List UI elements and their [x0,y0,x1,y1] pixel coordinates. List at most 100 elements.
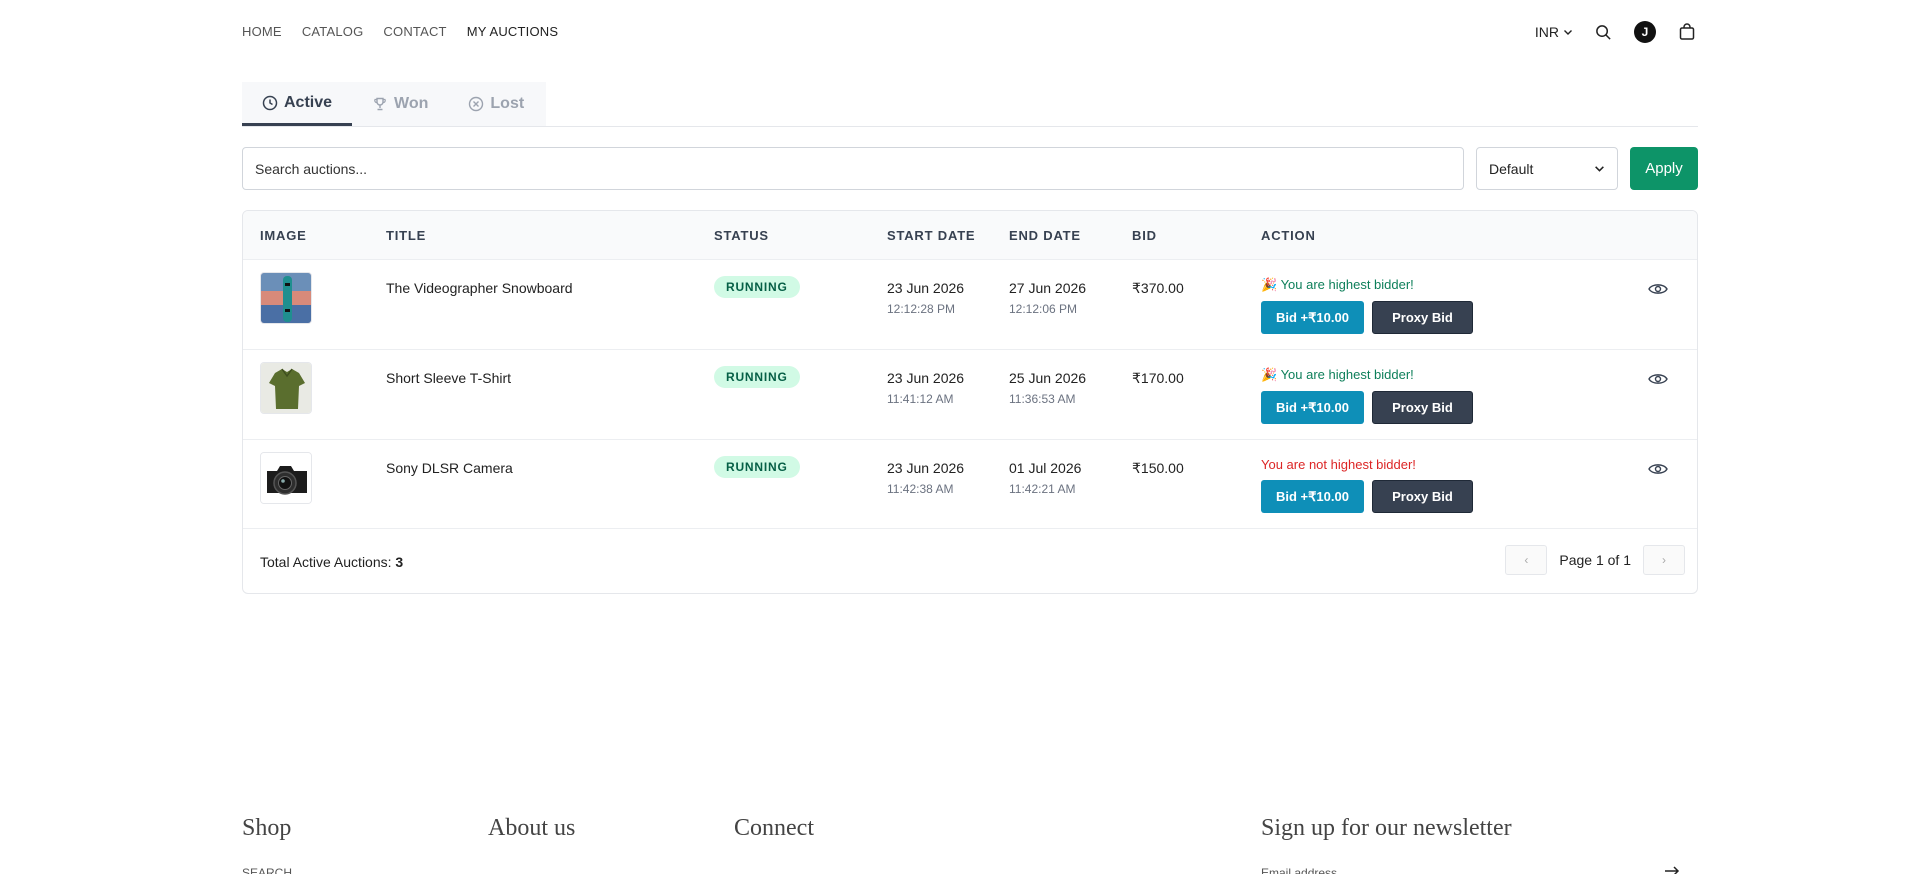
eye-icon[interactable] [1648,282,1668,296]
main-nav: HOME CATALOG CONTACT MY AUCTIONS [242,24,558,39]
end-time: 11:36:53 AM [1009,392,1076,406]
auctions-table: IMAGE TITLE STATUS START DATE END DATE B… [242,210,1698,594]
table-footer: Total Active Auctions: 3 ‹ Page 1 of 1 › [243,528,1697,593]
end-date-cell: 25 Jun 2026 11:36:53 AM [1009,370,1086,406]
end-time: 12:12:06 PM [1009,302,1078,316]
start-date: 23 Jun 2026 [887,460,965,476]
end-date: 25 Jun 2026 [1009,370,1087,386]
sort-value: Default [1489,160,1534,177]
newsletter-heading: Sign up for our newsletter [1261,815,1512,841]
header-start-date: START DATE [887,228,976,243]
pagination: ‹ Page 1 of 1 › [1505,545,1685,575]
nav-catalog[interactable]: CATALOG [302,24,364,39]
action-cell: You are not highest bidder! Bid +₹10.00 … [1261,457,1473,513]
table-row: The Videographer Snowboard RUNNING 23 Ju… [243,259,1697,349]
current-bid: ₹370.00 [1132,280,1184,296]
bid-increment-button[interactable]: Bid +₹10.00 [1261,480,1364,513]
x-circle-icon [468,96,484,112]
footer-heading-connect: Connect [734,815,814,841]
page-indicator: Page 1 of 1 [1559,552,1631,568]
nav-my-auctions[interactable]: MY AUCTIONS [467,24,559,39]
bag-icon[interactable] [1678,23,1696,41]
tab-won[interactable]: Won [352,82,448,126]
tab-lost[interactable]: Lost [448,82,544,126]
auction-tabs: Active Won Lost [242,82,1698,127]
start-date-cell: 23 Jun 2026 12:12:28 PM [887,280,964,316]
search-bar: Default Apply [242,147,1698,190]
site-header: HOME CATALOG CONTACT MY AUCTIONS INR J [0,0,1920,64]
current-bid: ₹170.00 [1132,370,1184,386]
status-badge: RUNNING [714,366,800,388]
end-date-cell: 01 Jul 2026 11:42:21 AM [1009,460,1081,496]
current-bid: ₹150.00 [1132,460,1184,476]
tab-label: Active [284,93,333,111]
action-cell: 🎉 You are highest bidder! Bid +₹10.00 Pr… [1261,277,1473,334]
tshirt-thumbnail[interactable] [260,362,312,414]
tab-label: Lost [490,95,525,112]
bid-increment-button[interactable]: Bid +₹10.00 [1261,301,1364,334]
clock-icon [262,95,278,111]
next-page-button[interactable]: › [1643,545,1685,575]
start-time: 11:41:12 AM [887,392,954,406]
chevron-down-icon [1594,163,1605,174]
start-date: 23 Jun 2026 [887,370,965,386]
auction-title[interactable]: Sony DLSR Camera [386,460,513,476]
apply-button[interactable]: Apply [1630,147,1698,190]
status-badge: RUNNING [714,456,800,478]
auction-title[interactable]: Short Sleeve T-Shirt [386,370,511,386]
proxy-bid-button[interactable]: Proxy Bid [1371,301,1473,334]
search-input[interactable] [242,147,1464,190]
bid-increment-button[interactable]: Bid +₹10.00 [1261,391,1364,424]
auction-title[interactable]: The Videographer Snowboard [386,280,573,296]
header-bid: BID [1132,228,1157,243]
end-date: 27 Jun 2026 [1009,280,1087,296]
footer-heading-shop: Shop [242,815,292,841]
header-action: ACTION [1261,228,1316,243]
total-auctions: Total Active Auctions: 3 [260,554,403,570]
status-badge: RUNNING [714,276,800,298]
prev-page-button[interactable]: ‹ [1505,545,1548,575]
tab-active[interactable]: Active [242,82,353,126]
camera-thumbnail[interactable] [260,452,312,504]
nav-contact[interactable]: CONTACT [383,24,446,39]
total-label: Total Active Auctions: [260,554,392,570]
footer-link-search[interactable]: SEARCH [242,866,292,874]
header-title: TITLE [386,228,427,243]
nav-home[interactable]: HOME [242,24,282,39]
newsletter-email-field[interactable]: Email address [1261,866,1337,874]
search-icon[interactable] [1595,24,1612,41]
proxy-bid-button[interactable]: Proxy Bid [1371,391,1473,424]
eye-icon[interactable] [1648,372,1668,386]
trophy-icon [372,96,388,112]
bidder-status-message: 🎉 You are highest bidder! [1261,277,1414,292]
eye-icon[interactable] [1648,462,1668,476]
user-avatar[interactable]: J [1634,21,1656,43]
start-date-cell: 23 Jun 2026 11:41:12 AM [887,370,964,406]
start-time: 12:12:28 PM [887,302,956,316]
table-row: Sony DLSR Camera RUNNING 23 Jun 2026 11:… [243,439,1697,529]
tab-label: Won [394,95,429,112]
chevron-down-icon [1563,27,1573,37]
end-date-cell: 27 Jun 2026 12:12:06 PM [1009,280,1086,316]
action-cell: 🎉 You are highest bidder! Bid +₹10.00 Pr… [1261,367,1473,424]
end-date: 01 Jul 2026 [1009,460,1082,476]
bidder-status-message: 🎉 You are highest bidder! [1261,367,1414,382]
currency-selector[interactable]: INR [1535,24,1573,40]
sort-select[interactable]: Default [1476,147,1618,190]
arrow-right-icon[interactable] [1664,866,1680,874]
table-header: IMAGE TITLE STATUS START DATE END DATE B… [243,211,1697,259]
snowboard-thumbnail[interactable] [260,272,312,324]
table-row: Short Sleeve T-Shirt RUNNING 23 Jun 2026… [243,349,1697,439]
start-date-cell: 23 Jun 2026 11:42:38 AM [887,460,964,496]
currency-label: INR [1534,24,1559,40]
header-actions: INR J [1535,20,1696,44]
start-time: 11:42:38 AM [887,482,954,496]
proxy-bid-button[interactable]: Proxy Bid [1371,480,1473,513]
header-end-date: END DATE [1009,228,1081,243]
footer-heading-about: About us [488,815,576,841]
start-date: 23 Jun 2026 [887,280,965,296]
end-time: 11:42:21 AM [1009,482,1076,496]
bidder-status-message: You are not highest bidder! [1261,457,1416,472]
header-image: IMAGE [260,228,307,243]
header-status: STATUS [714,228,769,243]
